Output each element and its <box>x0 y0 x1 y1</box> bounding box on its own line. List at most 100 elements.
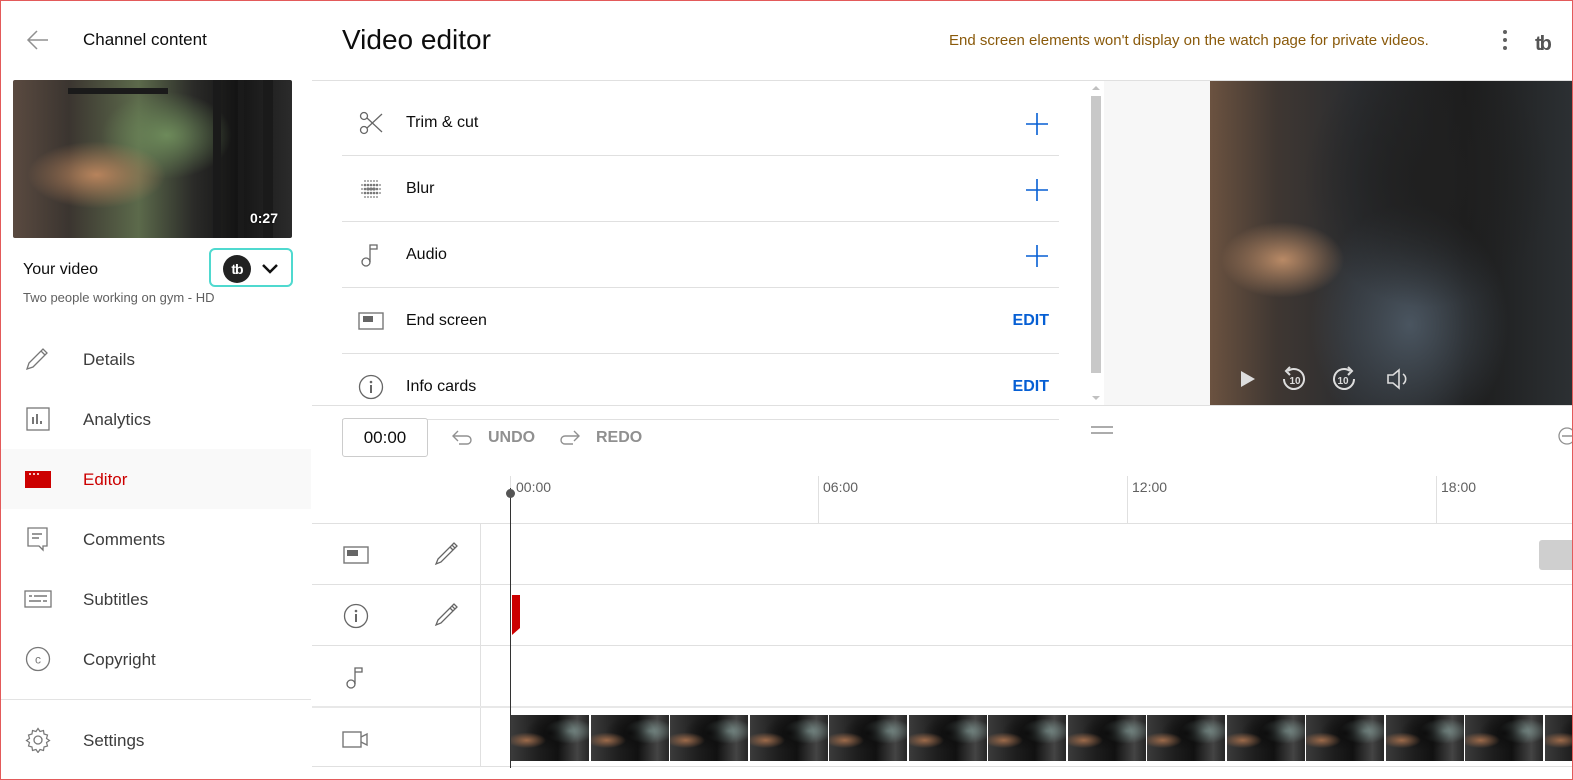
edit-info-cards-button[interactable]: EDIT <box>1013 378 1049 396</box>
sidebar-item-details[interactable]: Details <box>0 329 311 389</box>
redo-icon <box>560 430 580 445</box>
sidebar-item-label: Details <box>83 350 135 369</box>
resize-handle-icon[interactable] <box>1090 424 1114 436</box>
play-icon[interactable] <box>1238 365 1258 393</box>
playhead-line[interactable] <box>510 488 511 768</box>
analytics-icon <box>26 407 50 431</box>
volume-icon[interactable] <box>1385 365 1413 393</box>
timeline-ruler[interactable]: 00:00 06:00 12:00 18:00 <box>481 470 1573 524</box>
filmstrip-frame <box>1306 715 1384 761</box>
tool-row-end-screen[interactable]: End screen EDIT <box>342 288 1059 354</box>
editor-tools-list: Trim & cut Blur Audio End screen EDIT In… <box>342 90 1059 420</box>
thumbnail-decor <box>213 80 221 238</box>
end-screen-icon <box>358 312 384 330</box>
ruler-tick-label: 06:00 <box>823 479 859 495</box>
scroll-down-arrow-icon[interactable] <box>1092 396 1100 400</box>
scroll-up-arrow-icon[interactable] <box>1092 86 1100 90</box>
filmstrip-frame <box>749 715 828 761</box>
add-blur-button[interactable] <box>1025 178 1049 202</box>
video-thumbnail[interactable]: 0:27 <box>13 80 292 238</box>
more-vert-icon <box>1503 30 1507 50</box>
tool-row-info-cards[interactable]: Info cards EDIT <box>342 354 1059 420</box>
track-header <box>312 585 481 645</box>
video-filmstrip[interactable] <box>511 715 1573 761</box>
music-note-icon <box>346 667 363 689</box>
zoom-out-icon[interactable] <box>1557 426 1573 446</box>
filmstrip-frame <box>908 715 987 761</box>
filmstrip-frame <box>511 715 589 761</box>
track-video <box>312 706 1573 767</box>
ruler-tick <box>1127 476 1128 524</box>
scrollbar-thumb[interactable] <box>1091 96 1101 373</box>
tool-label: Info cards <box>406 378 477 395</box>
filmstrip-frame <box>670 715 748 761</box>
back-button[interactable] <box>24 26 52 54</box>
filmstrip-frame <box>829 715 907 761</box>
end-screen-element[interactable] <box>1539 540 1573 570</box>
clapperboard-icon <box>25 471 51 488</box>
tubebuddy-menu-button[interactable]: tb <box>209 248 293 287</box>
track-header <box>312 646 481 706</box>
svg-text:c: c <box>35 653 41 667</box>
add-trim-button[interactable] <box>1025 112 1049 136</box>
filmstrip-frame <box>1544 715 1573 761</box>
chevron-down-icon <box>262 264 278 274</box>
edit-end-screen-button[interactable]: EDIT <box>1013 312 1049 330</box>
pencil-icon <box>25 348 48 371</box>
tool-label: End screen <box>406 312 487 329</box>
tool-row-blur[interactable]: Blur <box>342 156 1059 222</box>
gear-icon <box>25 727 51 753</box>
sidebar-item-subtitles[interactable]: Subtitles <box>0 569 311 629</box>
current-time-input[interactable] <box>342 418 428 457</box>
your-video-label: Your video <box>23 261 99 278</box>
filmstrip-frame <box>1147 715 1225 761</box>
sidebar-header: Channel content <box>0 0 311 80</box>
sidebar-item-editor[interactable]: Editor <box>0 449 311 509</box>
sidebar-item-comments[interactable]: Comments <box>0 509 311 569</box>
sidebar-item-label: Editor <box>83 470 128 489</box>
sidebar-item-label: Settings <box>83 731 145 750</box>
ruler-tick-label: 00:00 <box>516 479 552 495</box>
more-options-button[interactable] <box>1495 28 1515 52</box>
filmstrip-frame <box>590 715 669 761</box>
pencil-icon[interactable] <box>432 601 460 629</box>
sidebar-item-copyright[interactable]: c Copyright <box>0 629 311 689</box>
tool-label: Audio <box>406 246 447 263</box>
tubebuddy-corner-icon[interactable]: tb <box>1535 33 1552 56</box>
comment-icon <box>27 527 48 552</box>
preview-backdrop <box>1104 81 1210 406</box>
track-header <box>312 708 481 766</box>
video-title: Two people working on gym - HD <box>23 290 215 305</box>
track-info-cards <box>312 585 1573 646</box>
add-audio-button[interactable] <box>1025 244 1049 268</box>
info-card-marker[interactable] <box>512 595 521 635</box>
sidebar-divider <box>0 699 311 700</box>
pencil-icon[interactable] <box>432 540 460 568</box>
tools-scrollbar[interactable] <box>1089 82 1103 406</box>
svg-text:10: 10 <box>1289 376 1301 387</box>
ruler-tick <box>818 476 819 524</box>
info-icon <box>358 374 384 400</box>
tool-row-audio[interactable]: Audio <box>342 222 1059 288</box>
sidebar-item-settings[interactable]: Settings <box>0 710 311 770</box>
rewind-10-icon[interactable]: 10 <box>1280 365 1308 393</box>
channel-content-link[interactable]: Channel content <box>83 30 207 50</box>
video-preview-player[interactable]: 10 10 <box>1210 81 1573 406</box>
playhead-handle[interactable] <box>506 489 515 498</box>
copyright-icon: c <box>25 646 51 672</box>
thumbnail-decor <box>238 80 244 238</box>
ruler-tick-label: 12:00 <box>1132 479 1168 495</box>
forward-10-icon[interactable]: 10 <box>1330 365 1358 393</box>
panel-divider <box>312 405 1573 406</box>
info-icon <box>343 603 369 629</box>
subtitles-icon <box>24 590 52 608</box>
undo-label: UNDO <box>488 429 536 446</box>
sidebar-item-analytics[interactable]: Analytics <box>0 389 311 449</box>
video-camera-icon <box>342 731 368 748</box>
thumbnail-decor <box>68 88 168 94</box>
filmstrip-frame <box>1067 715 1146 761</box>
filmstrip-frame <box>1385 715 1464 761</box>
private-video-warning: End screen elements won't display on the… <box>949 32 1429 49</box>
tool-row-trim[interactable]: Trim & cut <box>342 90 1059 156</box>
undo-icon <box>452 430 472 445</box>
